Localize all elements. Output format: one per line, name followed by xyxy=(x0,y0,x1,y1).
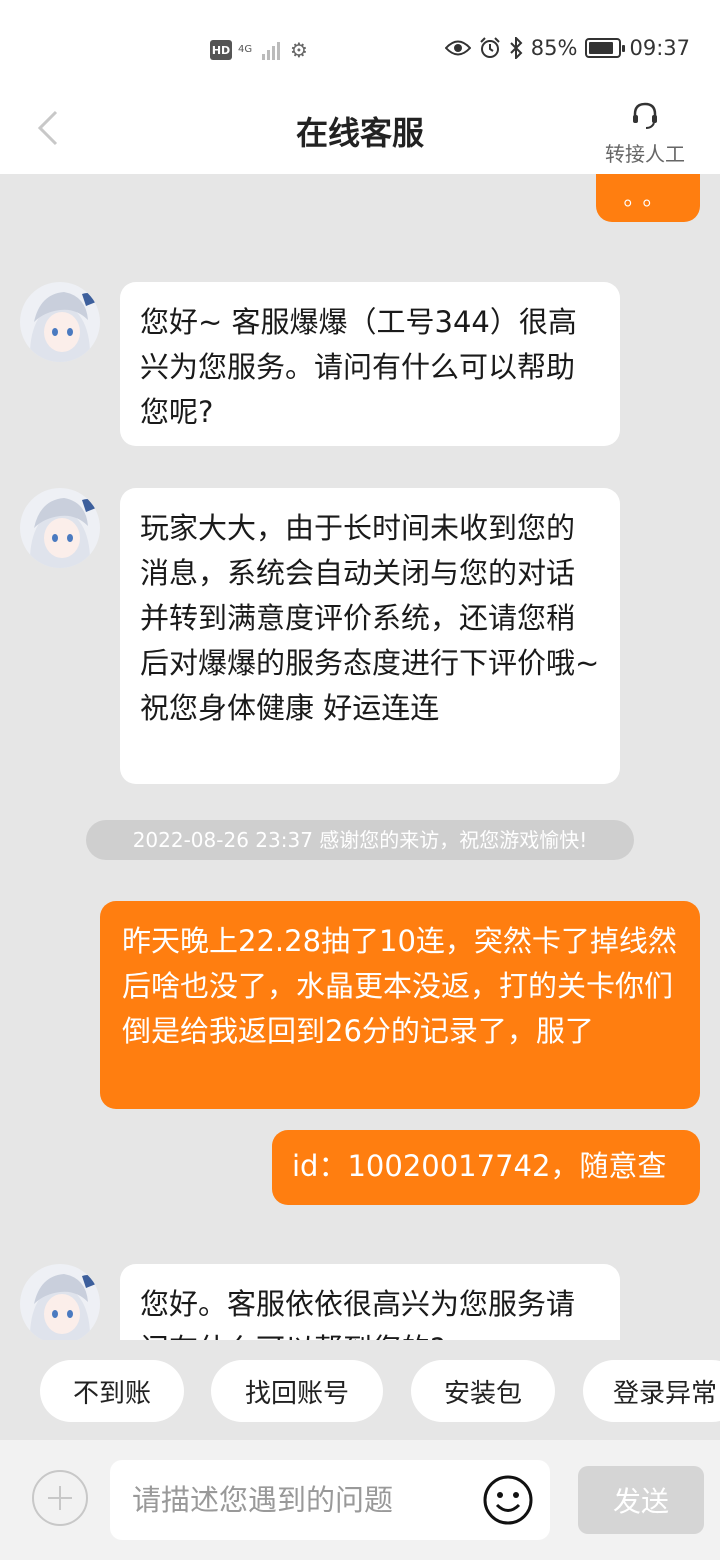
message-input[interactable] xyxy=(110,1460,450,1540)
hd-badge: HD xyxy=(210,40,232,60)
clock: 09:37 xyxy=(629,36,690,60)
battery-fill xyxy=(589,42,614,54)
header: 在线客服 转接人工 xyxy=(0,90,720,174)
chat-area[interactable]: 。。 您好~ 客服爆爆（工号344）很高兴为您服务。请问有什么可以帮助您呢? 玩… xyxy=(0,174,720,1340)
signal-icon xyxy=(262,40,280,60)
agent-message: 玩家大大，由于长时间未收到您的消息，系统会自动关闭与您的对话并转到满意度评价系统… xyxy=(20,488,620,784)
status-bar-left: HD 4G ⚙ xyxy=(210,38,308,62)
battery-icon xyxy=(585,38,626,58)
agent-avatar xyxy=(20,1264,100,1340)
agent-message-bubble: 玩家大大，由于长时间未收到您的消息，系统会自动关闭与您的对话并转到满意度评价系统… xyxy=(120,488,620,784)
battery-percent: 85% xyxy=(530,36,578,60)
agent-avatar xyxy=(20,282,100,362)
alarm-icon xyxy=(480,37,500,58)
headset-icon xyxy=(633,102,657,129)
agent-message: 您好~ 客服爆爆（工号344）很高兴为您服务。请问有什么可以帮助您呢? xyxy=(20,282,620,446)
quick-reply-chip[interactable]: 找回账号 xyxy=(211,1360,383,1422)
emoji-button[interactable] xyxy=(482,1474,534,1526)
bluetooth-icon xyxy=(510,37,523,59)
quick-reply-bar: 不到账 找回账号 安装包 登录异常 xyxy=(0,1340,720,1440)
transfer-human-button[interactable]: 转接人工 xyxy=(600,100,690,167)
session-end-notice: 2022-08-26 23:37 感谢您的来访，祝您游戏愉快! xyxy=(86,820,634,860)
message-input-container xyxy=(110,1460,550,1540)
settings-icon: ⚙ xyxy=(290,38,308,62)
attach-button[interactable] xyxy=(32,1470,88,1526)
eye-icon xyxy=(444,40,471,56)
user-message-bubble: id：10020017742，随意查 xyxy=(272,1130,700,1205)
transfer-human-label: 转接人工 xyxy=(605,142,685,166)
send-button[interactable]: 发送 xyxy=(578,1466,704,1534)
network-type: 4G xyxy=(238,45,256,55)
partial-message-text: 。。 xyxy=(623,186,673,211)
quick-reply-chip[interactable]: 不到账 xyxy=(40,1360,184,1422)
agent-message: 您好。客服依依很高兴为您服务请问有什么可以帮到您的? xyxy=(20,1264,620,1340)
plus-icon xyxy=(48,1486,72,1510)
user-message-bubble: 昨天晚上22.28抽了10连，突然卡了掉线然后啥也没了，水晶更本没返，打的关卡你… xyxy=(100,901,700,1109)
network-label: 4G xyxy=(238,44,253,55)
agent-message-bubble: 您好~ 客服爆爆（工号344）很高兴为您服务。请问有什么可以帮助您呢? xyxy=(120,282,620,446)
agent-avatar xyxy=(20,488,100,568)
quick-reply-chip[interactable]: 登录异常 xyxy=(583,1360,720,1422)
input-bar: 发送 xyxy=(0,1440,720,1560)
status-bar-right: 85% 09:37 xyxy=(444,36,690,60)
smiley-icon xyxy=(483,1475,533,1525)
quick-reply-chip[interactable]: 安装包 xyxy=(411,1360,555,1422)
agent-message-bubble: 您好。客服依依很高兴为您服务请问有什么可以帮到您的? xyxy=(120,1264,620,1340)
user-message-partial: 。。 xyxy=(596,174,700,222)
status-bar: HD 4G ⚙ 85% 09:37 xyxy=(0,0,720,90)
